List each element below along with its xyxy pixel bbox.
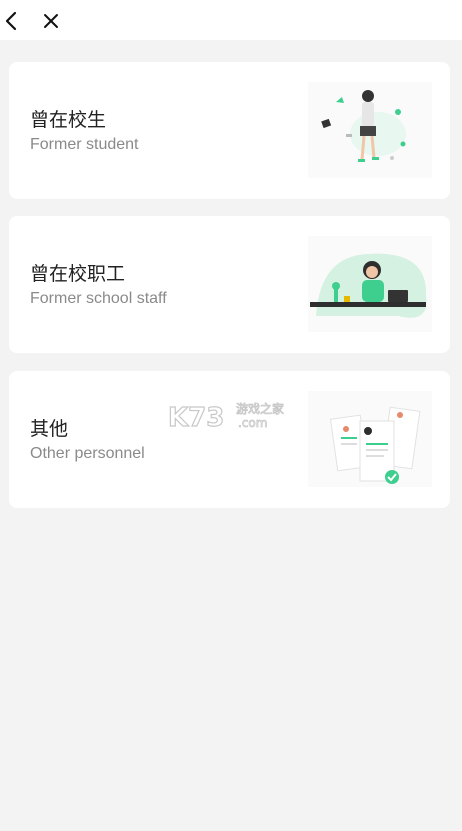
staff-at-desk-illustration: [308, 236, 432, 332]
card-title: 曾在校生: [30, 109, 107, 131]
card-former-staff[interactable]: 曾在校职工 Former school staff: [9, 216, 450, 353]
close-icon: [44, 14, 58, 28]
card-title: 曾在校职工: [30, 263, 126, 285]
card-subtitle: Other personnel: [30, 445, 145, 462]
student-walking-illustration: [308, 82, 432, 178]
top-nav-bar: [0, 0, 462, 40]
close-button[interactable]: [40, 10, 62, 32]
chevron-left-icon: [5, 11, 17, 31]
card-subtitle: Former student: [30, 136, 139, 153]
watermark-brand: K73: [168, 403, 224, 432]
card-title: 其他: [30, 418, 69, 440]
back-button[interactable]: [0, 10, 22, 32]
watermark-text-top: 游戏之家: [236, 401, 284, 416]
k73-watermark-logo: K73 游戏之家 .com: [168, 401, 284, 432]
card-former-student[interactable]: 曾在校生 Former student: [9, 62, 450, 199]
resume-documents-illustration: [308, 391, 432, 487]
watermark-text-bottom: .com: [238, 416, 267, 430]
card-subtitle: Former school staff: [30, 290, 167, 307]
card-other-personnel[interactable]: 其他 Other personnel: [9, 371, 450, 508]
